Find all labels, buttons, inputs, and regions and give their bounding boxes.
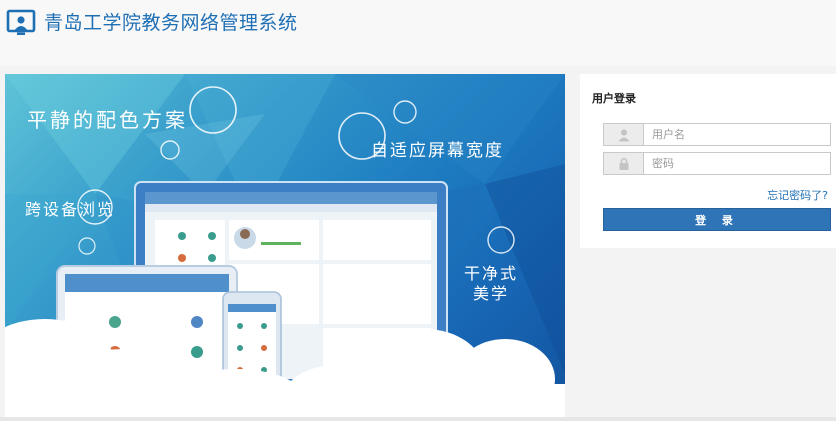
user-icon bbox=[603, 123, 643, 146]
login-title: 用户登录 bbox=[592, 92, 636, 105]
login-button[interactable]: 登 录 bbox=[603, 208, 831, 231]
monitor-person-icon bbox=[6, 9, 36, 35]
login-page: 青岛工学院教务网络管理系统 平静的配色方案 自适应屏幕宽度 跨设备浏览 干净式 … bbox=[0, 0, 836, 421]
username-input[interactable] bbox=[643, 123, 831, 146]
username-field-group bbox=[603, 123, 831, 146]
slogan-adaptive-width: 自适应屏幕宽度 bbox=[371, 141, 504, 161]
login-panel: 用户登录 忘记密码了? 登 录 bbox=[580, 74, 836, 248]
slogan-cross-device: 跨设备浏览 bbox=[25, 200, 116, 219]
footer-strip bbox=[0, 417, 836, 421]
forgot-password-link[interactable]: 忘记密码了? bbox=[767, 187, 828, 203]
promo-banner: 平静的配色方案 自适应屏幕宽度 跨设备浏览 干净式 美学 bbox=[5, 74, 565, 417]
password-input[interactable] bbox=[643, 152, 831, 175]
system-title: 青岛工学院教务网络管理系统 bbox=[44, 12, 298, 34]
password-field-group bbox=[603, 152, 831, 175]
page-header: 青岛工学院教务网络管理系统 bbox=[0, 0, 836, 66]
slogan-aesthetics: 美学 bbox=[473, 284, 510, 303]
lock-icon bbox=[603, 152, 643, 175]
slogan-color-scheme: 平静的配色方案 bbox=[27, 108, 188, 132]
